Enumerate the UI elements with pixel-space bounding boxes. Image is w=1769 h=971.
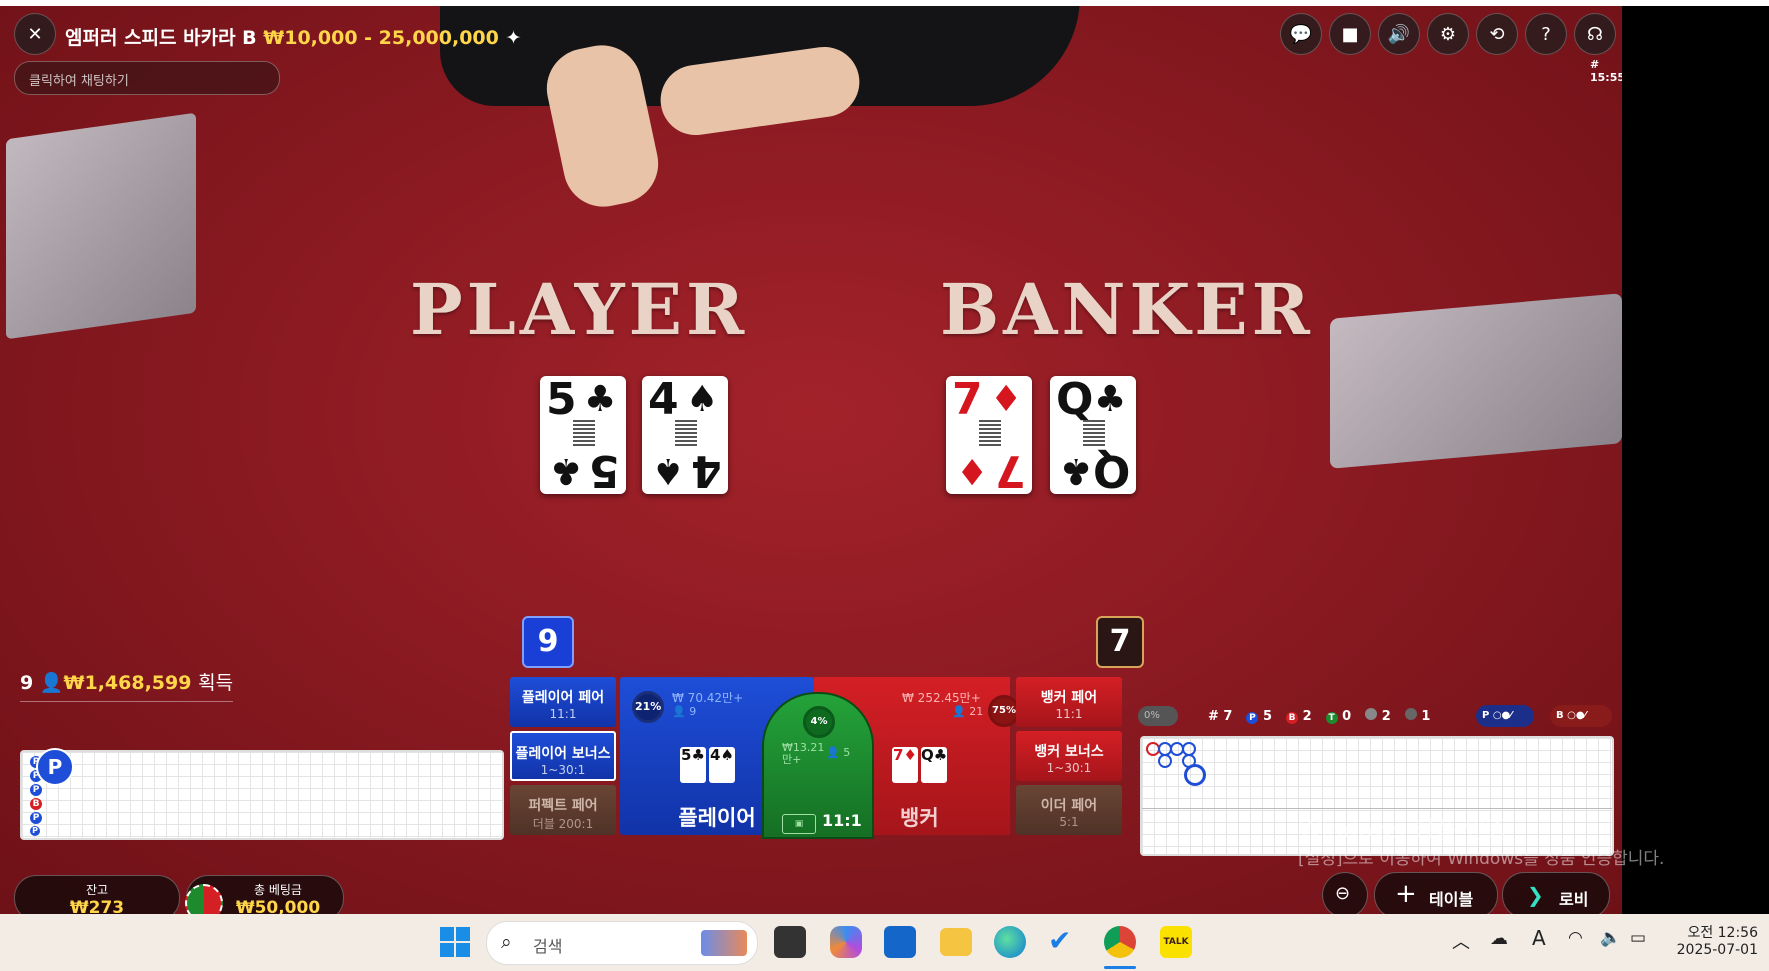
stats-row: # 7 P 5 B 2 T 0 2 1 (1208, 708, 1431, 724)
video-button[interactable]: ■ (1329, 13, 1371, 55)
search-highlight-icon (701, 930, 747, 956)
banker-card-2: Q ♣ Q ♣ (1050, 376, 1136, 496)
chevron-up-icon[interactable]: ︿ (1452, 928, 1470, 954)
banker-bet[interactable]: ₩ 252.45만+ 👤 21 75% 7♦ Q♣ 뱅커 (870, 677, 1020, 835)
round-id: # 15:55:46 (1590, 58, 1622, 84)
tie-cards-icon: ▣ (782, 814, 816, 834)
balance-box: 잔고 ₩273 (14, 875, 180, 914)
banker-ask-road-button[interactable]: B ○●⁄ (1550, 705, 1612, 727)
wifi-icon[interactable]: ◠ (1568, 928, 1583, 948)
start-button[interactable] (440, 927, 470, 957)
video-camera-icon: ■ (1341, 23, 1359, 45)
winners-banner: 9 👤₩1,468,599 획득 (20, 668, 234, 702)
sound-button[interactable]: 🔊 (1378, 13, 1420, 55)
player-card-2: 4 ♠ 4 ♠ (642, 376, 728, 496)
taskbar-search[interactable]: ⌕ 검색 (486, 921, 758, 965)
copilot-icon[interactable] (830, 926, 862, 958)
game-video-area: PLAYER BANKER 5 ♣ 5 ♣ 4 ♠ 4 ♠ 7 ♦ 7 ♦ Q ♣ Q ♣ 9 … (0, 6, 1622, 914)
player-card-1: 5 ♣ 5 ♣ (540, 376, 626, 496)
either-pair-bet[interactable]: 이더 페어 5:1 (1016, 785, 1122, 835)
big-road-next-mark (1184, 764, 1206, 786)
bead-road-item: B (30, 798, 42, 810)
top-toolbar: 💬 ■ 🔊 ⚙ ⟲ ? ☊ ⛶ (1280, 13, 1622, 55)
history-button[interactable]: ⟲ (1476, 13, 1518, 55)
todo-check-icon[interactable]: ✔ (1048, 924, 1071, 957)
banker-card-1: 7 ♦ 7 ♦ (946, 376, 1032, 496)
player-ask-road-button[interactable]: P ○●⁄ (1476, 705, 1534, 727)
activation-watermark-title: Windows 정품 인증 (1298, 816, 1509, 844)
big-road-player-mark (1158, 754, 1172, 768)
people-icon: 👤 (39, 672, 64, 694)
banker-bonus-bet[interactable]: 뱅커 보너스 1~30:1 (1016, 731, 1122, 781)
banker-score-badge: 7 (1096, 616, 1144, 668)
game-title-row: 엠퍼러 스피드 바카라 B ₩10,000 - 25,000,000 ✦ (65, 23, 521, 50)
store-icon[interactable] (884, 926, 916, 958)
chip-icon (185, 884, 223, 914)
chips-button[interactable]: ⊖ (1322, 872, 1368, 914)
banker-pair-dot-icon (1404, 708, 1417, 720)
table-button[interactable]: + 테이블 (1374, 872, 1498, 914)
banker-mini-cards: 7♦ Q♣ (892, 747, 947, 783)
player-pair-dot-icon (1365, 708, 1378, 720)
chips-stack-icon: ⊖ (1335, 883, 1351, 904)
close-icon: ✕ (27, 23, 43, 45)
question-icon: ? (1541, 23, 1551, 45)
card-shoe (1330, 293, 1622, 469)
perfect-pair-bet[interactable]: 퍼펙트 페어 더블 200:1 (510, 785, 616, 835)
game-title: 엠퍼러 스피드 바카라 B (65, 27, 257, 49)
gear-icon: ⚙ (1439, 23, 1457, 45)
player-table-label: PLAYER (410, 268, 749, 351)
settings-button[interactable]: ⚙ (1427, 13, 1469, 55)
chat-toggle-button[interactable]: 💬 (1280, 13, 1322, 55)
taskbar-clock[interactable]: 오전 12:56 2025-07-01 (1672, 922, 1758, 958)
player-score-badge: 9 (522, 616, 574, 668)
kakaotalk-icon[interactable]: TALK (1160, 926, 1192, 958)
chat-input[interactable]: 클릭하여 채팅하기 (14, 61, 280, 95)
bet-limits: ₩10,000 - 25,000,000 (263, 27, 499, 49)
battery-icon[interactable]: ▭ (1630, 928, 1646, 948)
bead-road-item: P (30, 812, 42, 824)
windows-taskbar: ⌕ 검색 ✔ TALK ︿ ☁ A ◠ 🔈 ▭ 오전 12:56 2025-07-… (0, 914, 1769, 971)
lobby-button[interactable]: ❯ 로비 (1502, 872, 1610, 914)
player-mini-cards: 5♣ 4♠ (680, 747, 735, 783)
close-button[interactable]: ✕ (14, 13, 56, 55)
speaker-icon: 🔊 (1387, 23, 1411, 45)
discard-shoe (6, 112, 196, 340)
help-button[interactable]: ? (1525, 13, 1567, 55)
edge-icon[interactable] (994, 926, 1026, 958)
history-icon: ⟲ (1489, 23, 1505, 45)
total-bet-box: 총 베팅금 ₩50,000 (185, 875, 344, 914)
activation-watermark-text: [설정]으로 이동하여 Windows를 정품 인증합니다. (1298, 849, 1665, 869)
onedrive-icon[interactable]: ☁ (1490, 928, 1508, 949)
stats-toggle[interactable]: 0% (1138, 706, 1178, 726)
chat-bubble-icon: 💬 (1289, 23, 1313, 45)
volume-icon[interactable]: 🔈 (1600, 928, 1621, 948)
task-view-icon[interactable] (774, 926, 806, 958)
file-explorer-icon[interactable] (940, 928, 972, 956)
bead-road-item: P (30, 826, 40, 836)
ime-icon[interactable]: A (1532, 926, 1546, 950)
bead-road-item: P (30, 784, 42, 796)
plus-icon: + (1395, 879, 1417, 909)
bead-road[interactable]: P P P B P P P (20, 748, 504, 840)
support-button[interactable]: ☊ (1574, 13, 1616, 55)
lobby-arrow-icon: ❯ (1527, 883, 1544, 907)
search-icon: ⌕ (501, 931, 512, 953)
banker-pair-bet[interactable]: 뱅커 페어 11:1 (1016, 677, 1122, 727)
chrome-active-indicator (1104, 966, 1136, 969)
favorite-star-icon[interactable]: ✦ (506, 27, 522, 49)
player-pair-bet[interactable]: 플레이어 페어 11:1 (510, 677, 616, 727)
tie-bet[interactable]: 4% ₩13.21만+ 👤 5 ▣ 11:1 (762, 692, 874, 839)
headset-icon: ☊ (1587, 23, 1603, 45)
player-bonus-bet[interactable]: 플레이어 보너스 1~30:1 (510, 731, 616, 781)
player-percent: 21% (632, 691, 664, 723)
banker-table-label: BANKER (940, 268, 1314, 351)
right-letterbox (1622, 6, 1769, 914)
chrome-icon[interactable] (1104, 926, 1136, 958)
latest-result-badge: P (36, 748, 74, 786)
